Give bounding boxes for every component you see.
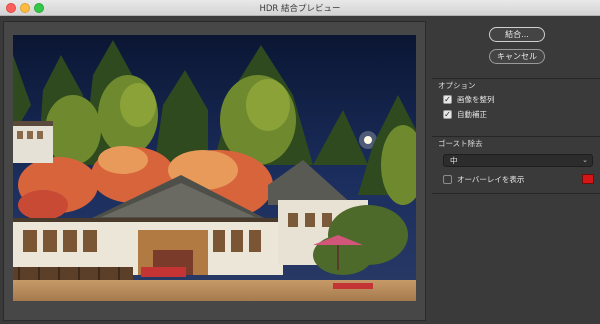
ghost-removal-value: 中 (450, 156, 458, 165)
overlay-color-swatch[interactable] (582, 174, 594, 184)
ghost-removal-select[interactable]: 中 ⌄ (443, 154, 593, 167)
ghost-removal-heading: ゴースト除去 (432, 136, 600, 150)
panel-divider (432, 193, 600, 194)
align-images-label: 画像を整列 (457, 95, 495, 104)
cancel-button[interactable]: キャンセル (489, 49, 545, 64)
align-images-checkbox[interactable]: ✓ (443, 95, 452, 104)
merge-button[interactable]: 結合... (489, 27, 545, 42)
hdr-preview-image[interactable] (13, 35, 416, 301)
preview-photo (13, 35, 416, 301)
auto-tone-option[interactable]: ✓ 自動補正 (443, 109, 487, 120)
options-heading: オプション (432, 78, 600, 92)
settings-sidebar: 結合... キャンセル オプション ✓ 画像を整列 ✓ 自動補正 ゴースト除去 … (432, 16, 600, 324)
chevron-down-icon: ⌄ (582, 156, 588, 164)
title-bar: HDR 結合プレビュー (0, 0, 600, 16)
show-overlay-checkbox[interactable] (443, 175, 452, 184)
window-title: HDR 結合プレビュー (259, 4, 341, 14)
preview-panel (3, 21, 426, 321)
show-overlay-label: オーバーレイを表示 (457, 175, 525, 184)
align-images-option[interactable]: ✓ 画像を整列 (443, 94, 495, 105)
auto-tone-label: 自動補正 (457, 110, 487, 119)
show-overlay-option[interactable]: オーバーレイを表示 (443, 174, 524, 185)
auto-tone-checkbox[interactable]: ✓ (443, 110, 452, 119)
